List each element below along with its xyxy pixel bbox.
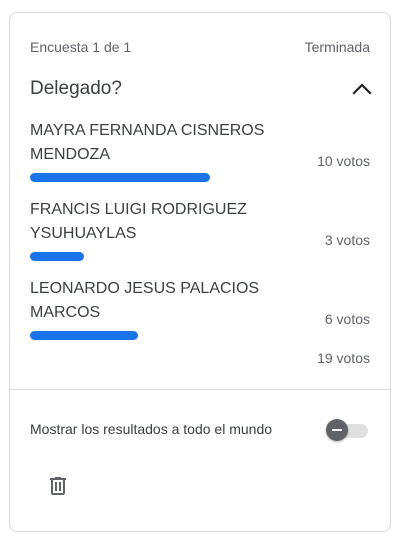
poll-option: FRANCIS LUIGI RODRIGUEZ YSUHUAYLAS 3 vot… [30, 198, 370, 261]
share-results-row: Mostrar los resultados a todo el mundo [30, 417, 370, 441]
poll-counter: Encuesta 1 de 1 [30, 39, 132, 55]
option-result-bar [30, 252, 84, 261]
option-result-bar [30, 173, 210, 182]
collapse-button[interactable] [348, 75, 376, 103]
option-name: LEONARDO JESUS PALACIOS MARCOS [30, 280, 260, 321]
delete-poll-button[interactable] [40, 468, 76, 504]
option-name: FRANCIS LUIGI RODRIGUEZ YSUHUAYLAS [30, 201, 247, 242]
poll-question: Delegado? [30, 78, 122, 99]
poll-option: MAYRA FERNANDA CISNEROS MENDOZA 10 votos [30, 119, 370, 182]
total-votes: 19 votos [317, 350, 370, 366]
share-results-toggle[interactable] [326, 417, 370, 441]
option-name: MAYRA FERNANDA CISNEROS MENDOZA [30, 122, 265, 163]
share-results-label: Mostrar los resultados a todo el mundo [30, 421, 273, 437]
poll-status: Terminada [304, 39, 370, 55]
poll-header: Encuesta 1 de 1 Terminada [30, 38, 370, 56]
option-votes: 3 votos [324, 232, 370, 248]
divider [10, 389, 390, 390]
trash-icon [50, 477, 66, 495]
chevron-up-icon [352, 83, 372, 95]
option-votes: 6 votos [324, 311, 370, 327]
poll-card: Encuesta 1 de 1 Terminada Delegado? MAYR… [9, 12, 391, 532]
poll-option: LEONARDO JESUS PALACIOS MARCOS 6 votos [30, 277, 370, 340]
option-result-bar [30, 331, 138, 340]
toggle-thumb [326, 419, 348, 441]
question-row: Delegado? [30, 75, 376, 103]
option-votes: 10 votos [317, 153, 370, 169]
